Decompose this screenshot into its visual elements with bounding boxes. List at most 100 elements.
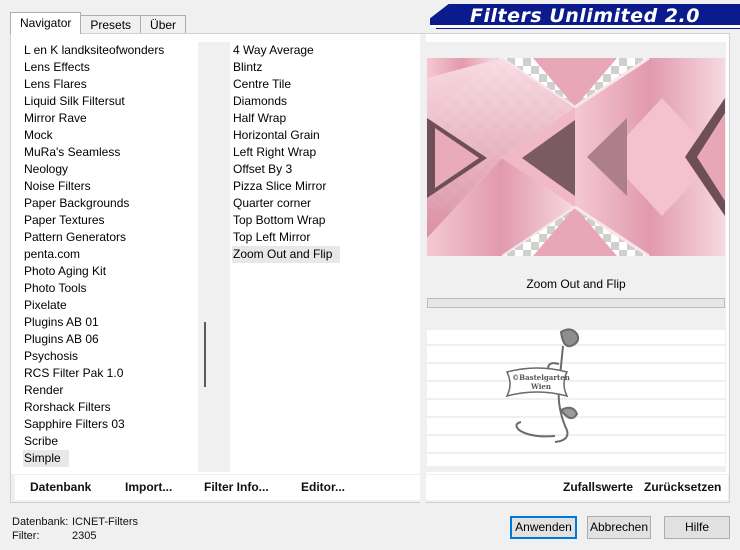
import-button[interactable]: Import... <box>125 480 172 494</box>
list-divider <box>212 42 230 472</box>
preview-image <box>427 58 725 256</box>
filter-info-button[interactable]: Filter Info... <box>204 480 269 494</box>
category-item-label: Photo Aging Kit <box>24 264 107 278</box>
status-filter: Filter: 2305 <box>12 530 96 542</box>
tab-bar: Navigator Presets Über <box>10 12 187 34</box>
action-bar-right: Zufallswerte Zurücksetzen <box>426 475 728 500</box>
category-item-label: Paper Backgrounds <box>24 196 130 210</box>
status-filter-label: Filter: <box>12 530 40 542</box>
filter-list-item[interactable]: Zoom Out and Flip <box>232 246 420 263</box>
category-item-label: Pixelate <box>24 298 67 312</box>
category-item-label: Liquid Silk Filtersut <box>24 94 125 108</box>
category-list-item[interactable]: Plugins AB 06 <box>23 331 201 348</box>
category-list-item[interactable]: Sapphire Filters 03 <box>23 416 201 433</box>
apply-button[interactable]: Anwenden <box>510 516 577 539</box>
filter-item-label: 4 Way Average <box>233 43 314 57</box>
filter-item-label: Horizontal Grain <box>233 128 320 142</box>
database-button[interactable]: Datenbank <box>30 480 91 494</box>
filter-item-label: Half Wrap <box>233 111 287 125</box>
filter-item-label: Centre Tile <box>233 77 292 91</box>
category-item-label: Lens Effects <box>24 60 90 74</box>
watermark-text: ©Bastelgarten Wien <box>512 373 570 391</box>
filter-item-label: Blintz <box>233 60 263 74</box>
category-list-item[interactable]: L en K landksiteofwonders <box>23 42 201 59</box>
action-bar-left: Datenbank Import... Filter Info... Edito… <box>15 475 420 500</box>
category-item-label: L en K landksiteofwonders <box>24 43 165 57</box>
banner-title: Filters Unlimited 2.0 <box>470 5 700 27</box>
category-list-item[interactable]: Plugins AB 01 <box>23 314 201 331</box>
category-list-item[interactable]: Lens Effects <box>23 59 201 76</box>
status-database-label: Datenbank: <box>12 516 69 528</box>
category-list-item[interactable]: Render <box>23 382 201 399</box>
status-filter-value: 2305 <box>72 530 97 542</box>
category-item-label: Plugins AB 06 <box>24 332 99 346</box>
category-list-item[interactable]: Noise Filters <box>23 178 201 195</box>
category-list-item[interactable]: Simple <box>23 450 201 467</box>
category-list-item[interactable]: Mock <box>23 127 201 144</box>
category-item-label: Noise Filters <box>24 179 91 193</box>
category-item-label: penta.com <box>24 247 81 261</box>
filter-list-item[interactable]: Top Left Mirror <box>232 229 420 246</box>
filter-item-label: Top Bottom Wrap <box>233 213 326 227</box>
category-list-item[interactable]: Liquid Silk Filtersut <box>23 93 201 110</box>
category-list-item[interactable]: Psychosis <box>23 348 201 365</box>
filter-item-label: Zoom Out and Flip <box>232 246 341 263</box>
category-list-item[interactable]: Scribe <box>23 433 201 450</box>
filter-item-label: Quarter corner <box>233 196 312 210</box>
filter-list-item[interactable]: Centre Tile <box>232 76 420 93</box>
filter-list-item[interactable]: Blintz <box>232 59 420 76</box>
tab-about[interactable]: Über <box>140 15 187 34</box>
filter-list-item[interactable]: 4 Way Average <box>232 42 420 59</box>
filter-item-label: Top Left Mirror <box>233 230 311 244</box>
category-item-label: Simple <box>23 450 69 467</box>
filter-list-item[interactable]: Diamonds <box>232 93 420 110</box>
tab-navigator[interactable]: Navigator <box>10 12 82 34</box>
filter-list-item[interactable]: Offset By 3 <box>232 161 420 178</box>
filter-item-label: Pizza Slice Mirror <box>233 179 327 193</box>
tab-presets[interactable]: Presets <box>80 15 142 34</box>
category-list-item[interactable]: Photo Tools <box>23 280 201 297</box>
category-list-item[interactable]: MuRa's Seamless <box>23 144 201 161</box>
cancel-button[interactable]: Abbrechen <box>587 516 651 539</box>
filter-list-item[interactable]: Quarter corner <box>232 195 420 212</box>
filter-list-item[interactable]: Pizza Slice Mirror <box>232 178 420 195</box>
action-row: Datenbank Import... Filter Info... Edito… <box>11 474 729 502</box>
category-scrollbar[interactable] <box>198 42 212 472</box>
filter-list-item[interactable]: Left Right Wrap <box>232 144 420 161</box>
category-item-label: Pattern Generators <box>24 230 127 244</box>
status-database: Datenbank: ICNET-Filters <box>12 516 138 528</box>
filter-list-item[interactable]: Top Bottom Wrap <box>232 212 420 229</box>
category-list-item[interactable]: Paper Textures <box>23 212 201 229</box>
reset-button[interactable]: Zurücksetzen <box>644 480 721 494</box>
category-item-label: Mock <box>24 128 53 142</box>
category-item-label: Render <box>24 383 64 397</box>
category-list-item[interactable]: penta.com <box>23 246 201 263</box>
category-item-label: Plugins AB 01 <box>24 315 99 329</box>
category-list-item[interactable]: Rorshack Filters <box>23 399 201 416</box>
filter-list[interactable]: 4 Way Average Blintz Centre Tile Diamonds Ha… <box>232 42 420 472</box>
category-list-item[interactable]: Mirror Rave <box>23 110 201 127</box>
category-list-item[interactable]: Neology <box>23 161 201 178</box>
category-list-item[interactable]: Lens Flares <box>23 76 201 93</box>
help-button[interactable]: Hilfe <box>664 516 730 539</box>
category-list-item[interactable]: Paper Backgrounds <box>23 195 201 212</box>
category-list-item[interactable]: RCS Filter Pak 1.0 <box>23 365 201 382</box>
filter-item-label: Diamonds <box>233 94 288 108</box>
category-list-item[interactable]: Photo Aging Kit <box>23 263 201 280</box>
category-list[interactable]: L en K landksiteofwonders Lens Effects Len… <box>23 42 201 472</box>
category-list-item[interactable]: Pattern Generators <box>23 229 201 246</box>
filter-list-item[interactable]: Half Wrap <box>232 110 420 127</box>
randomize-button[interactable]: Zufallswerte <box>563 480 633 494</box>
editor-button[interactable]: Editor... <box>301 480 345 494</box>
category-item-label: Rorshack Filters <box>24 400 111 414</box>
filter-list-item[interactable]: Horizontal Grain <box>232 127 420 144</box>
scrollbar-thumb[interactable] <box>204 322 206 387</box>
category-item-label: Mirror Rave <box>24 111 87 125</box>
category-item-label: Sapphire Filters 03 <box>24 417 125 431</box>
status-database-value: ICNET-Filters <box>72 516 138 528</box>
category-item-label: MuRa's Seamless <box>24 145 121 159</box>
navigator-panel: L en K landksiteofwonders Lens Effects Len… <box>10 33 730 504</box>
category-list-item[interactable]: Pixelate <box>23 297 201 314</box>
category-item-label: Psychosis <box>24 349 79 363</box>
current-filter-name: Zoom Out and Flip <box>427 273 725 295</box>
